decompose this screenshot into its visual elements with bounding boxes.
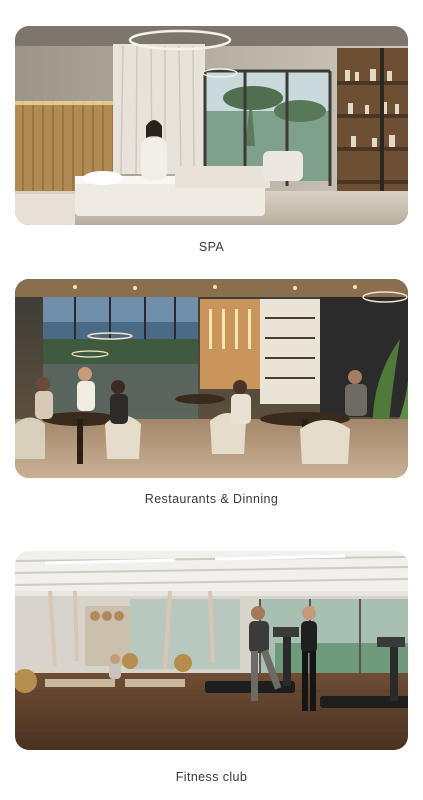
- fitness-caption: Fitness club: [175, 770, 248, 784]
- fitness-photo: [15, 551, 408, 750]
- restaurant-photo: [15, 279, 408, 478]
- amenity-card-restaurant: Restaurants & Dinning: [15, 279, 408, 506]
- spa-photo: [15, 26, 408, 225]
- amenity-card-fitness: Fitness club: [15, 551, 408, 784]
- restaurant-caption: Restaurants & Dinning: [144, 492, 279, 506]
- amenity-card-spa: SPA: [15, 26, 408, 254]
- spa-caption: SPA: [198, 240, 225, 254]
